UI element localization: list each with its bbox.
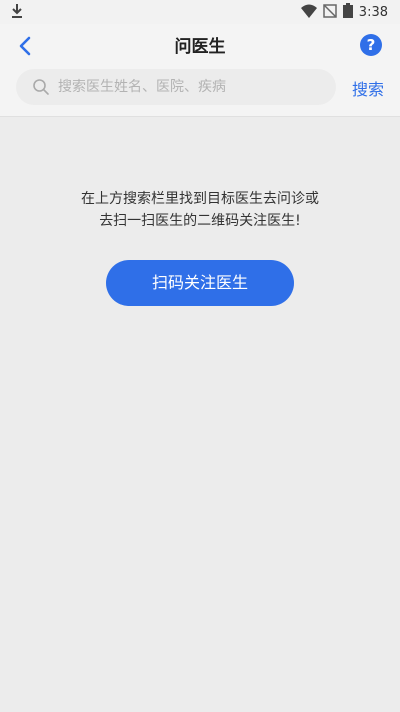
page-title: 问医生 — [174, 37, 226, 57]
search-box[interactable] — [16, 69, 336, 105]
status-bar: 3:38 — [0, 0, 400, 24]
signal-off-icon — [323, 3, 337, 22]
wifi-icon — [300, 3, 317, 22]
hint-line-2: 去扫一扫医生的二维码关注医生! — [99, 213, 301, 229]
help-button[interactable]: ? — [360, 34, 382, 56]
header: 问医生 ? 搜索 — [0, 24, 400, 117]
download-icon — [10, 3, 24, 23]
status-time: 3:38 — [358, 5, 388, 20]
battery-icon — [342, 3, 353, 22]
status-icons: 3:38 — [300, 3, 388, 22]
search-button[interactable]: 搜索 — [352, 76, 384, 100]
hint-line-1: 在上方搜索栏里找到目标医生去问诊或 — [81, 191, 319, 207]
scan-follow-doctor-button[interactable]: 扫码关注医生 — [106, 260, 294, 306]
search-icon — [33, 79, 49, 95]
search-input[interactable] — [56, 78, 330, 96]
empty-state-hint: 在上方搜索栏里找到目标医生去问诊或 去扫一扫医生的二维码关注医生! — [0, 188, 400, 232]
app-screen: 3:38 问医生 ? 搜索 在上方搜索栏里找到目标医生去问诊或 去扫一扫医生的二… — [0, 0, 400, 712]
